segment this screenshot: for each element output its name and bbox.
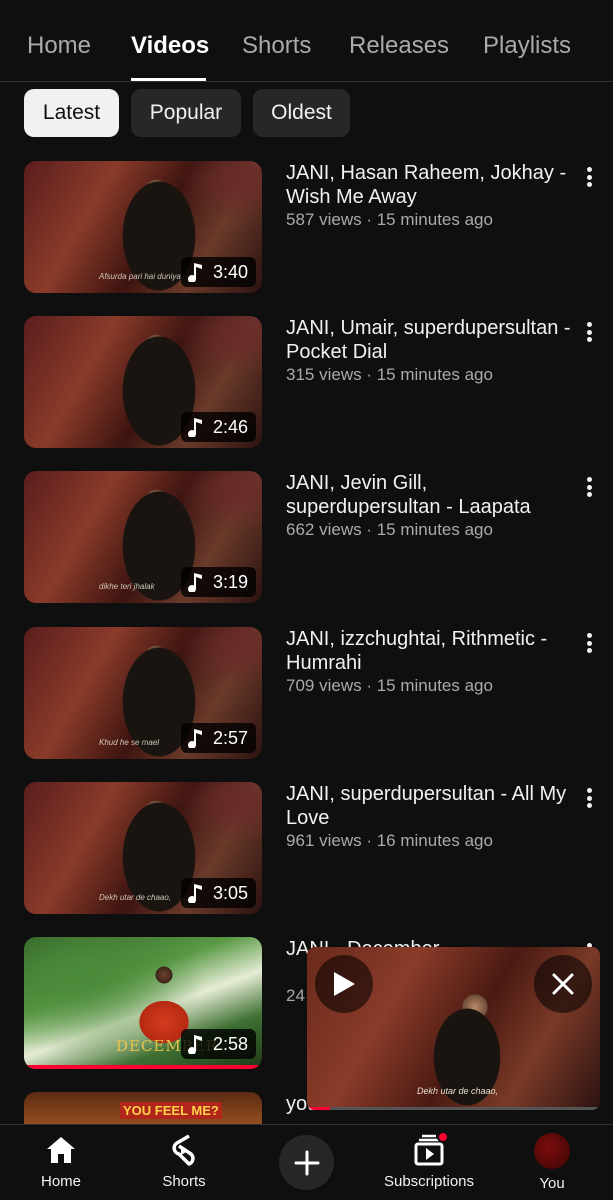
plus-icon [294, 1150, 319, 1175]
thumbnail-caption: Dekh utar de chaao, [99, 893, 172, 902]
nav-label: Subscriptions [383, 1173, 475, 1190]
miniplayer[interactable]: Dekh utar de chaao, [307, 947, 600, 1110]
chip-popular[interactable]: Popular [131, 89, 241, 137]
duration-badge: 2:57 [180, 723, 256, 753]
play-icon [334, 972, 355, 996]
duration-text: 3:05 [212, 882, 248, 903]
chip-latest[interactable]: Latest [24, 89, 119, 137]
video-thumbnail[interactable]: Khud he se mael 2:57 [24, 627, 262, 759]
duration-text: 3:40 [212, 261, 248, 282]
shorts-icon [167, 1133, 201, 1167]
home-icon [44, 1133, 78, 1167]
upload-age: 15 minutes ago [376, 210, 493, 229]
tab-playlists[interactable]: Playlists [483, 32, 571, 60]
upload-age: 15 minutes ago [376, 365, 493, 384]
video-row[interactable]: Afsurda pari hai duniya 3:40 JANI, Hasan… [0, 161, 613, 293]
video-row[interactable]: Dekh utar de chaao, 3:05 JANI, superdupe… [0, 782, 613, 914]
close-icon [552, 973, 574, 995]
music-note-icon [187, 1035, 202, 1054]
thumbnail-caption: Khud he se mael [99, 738, 160, 747]
upload-age: 15 minutes ago [376, 676, 493, 695]
video-row[interactable]: 2:46 JANI, Umair, superdupersultan - Poc… [0, 316, 613, 448]
miniplayer-progress [307, 1107, 600, 1110]
subscriptions-icon [412, 1131, 449, 1167]
watch-progress-bar [24, 1065, 262, 1069]
more-options-icon[interactable] [578, 629, 600, 657]
video-meta: 961 views · 16 minutes ago [286, 831, 493, 850]
duration-badge: 2:46 [180, 412, 256, 442]
nav-you[interactable]: You [492, 1133, 612, 1192]
more-options-icon[interactable] [578, 318, 600, 346]
close-button[interactable] [534, 955, 592, 1013]
video-meta: 662 views · 15 minutes ago [286, 520, 493, 539]
active-tab-indicator [131, 78, 206, 81]
music-note-icon [187, 729, 202, 748]
video-thumbnail[interactable]: Afsurda pari hai duniya 3:40 [24, 161, 262, 293]
video-title[interactable]: JANI, Umair, superdupersultan - Pocket D… [286, 316, 576, 364]
nav-home[interactable]: Home [1, 1133, 121, 1190]
play-button[interactable] [315, 955, 373, 1013]
music-note-icon [187, 573, 202, 592]
thumbnail-caption: YOU FEEL ME? [120, 1102, 222, 1119]
miniplayer-caption: Dekh utar de chaao, [417, 1086, 499, 1096]
tab-videos[interactable]: Videos [131, 32, 209, 60]
bottom-navigation: Home Shorts Subscriptions You [0, 1124, 613, 1200]
view-count: 587 views [286, 210, 362, 229]
view-count: 709 views [286, 676, 362, 695]
video-title[interactable]: JANI, Jevin Gill, superdupersultan - Laa… [286, 471, 576, 519]
duration-text: 2:46 [212, 416, 248, 437]
tab-releases[interactable]: Releases [349, 32, 449, 60]
tab-home[interactable]: Home [27, 32, 91, 60]
view-count: 662 views [286, 520, 362, 539]
upload-age: 16 minutes ago [376, 831, 493, 850]
video-thumbnail[interactable]: DECEMBER 2:58 [24, 937, 262, 1069]
video-title[interactable]: JANI, izzchughtai, Rithmetic - Humrahi [286, 627, 576, 675]
music-note-icon [187, 884, 202, 903]
video-title[interactable]: JANI, Hasan Raheem, Jokhay - Wish Me Awa… [286, 161, 576, 209]
video-meta: 315 views · 15 minutes ago [286, 365, 493, 384]
duration-badge: 3:40 [180, 257, 256, 287]
video-meta: 587 views · 15 minutes ago [286, 210, 493, 229]
tab-shorts[interactable]: Shorts [242, 32, 311, 60]
view-count: 315 views [286, 365, 362, 384]
video-thumbnail[interactable]: dikhe teri jhalak 3:19 [24, 471, 262, 603]
notification-dot [437, 1131, 449, 1143]
duration-badge: 2:58 [180, 1029, 256, 1059]
music-note-icon [187, 263, 202, 282]
thumbnail-caption: Afsurda pari hai duniya [99, 272, 181, 281]
more-options-icon[interactable] [578, 784, 600, 812]
music-note-icon [187, 418, 202, 437]
avatar [534, 1133, 570, 1169]
duration-badge: 3:19 [180, 567, 256, 597]
more-options-icon[interactable] [578, 473, 600, 501]
duration-text: 3:19 [212, 571, 248, 592]
duration-text: 2:58 [212, 1033, 248, 1054]
video-thumbnail[interactable]: 2:46 [24, 316, 262, 448]
duration-text: 2:57 [212, 727, 248, 748]
create-button[interactable] [279, 1135, 334, 1190]
chip-oldest[interactable]: Oldest [253, 89, 350, 137]
nav-label: Home [40, 1173, 81, 1190]
thumbnail-caption: dikhe teri jhalak [99, 582, 155, 591]
video-row[interactable]: dikhe teri jhalak 3:19 JANI, Jevin Gill,… [0, 471, 613, 603]
upload-age: 15 minutes ago [376, 520, 493, 539]
video-thumbnail[interactable]: Dekh utar de chaao, 3:05 [24, 782, 262, 914]
video-meta: 709 views · 15 minutes ago [286, 676, 493, 695]
channel-tabs: Home Videos Shorts Releases Playlists [0, 0, 613, 82]
duration-badge: 3:05 [180, 878, 256, 908]
nav-shorts[interactable]: Shorts [124, 1133, 244, 1190]
nav-label: Shorts [162, 1173, 206, 1190]
video-thumbnail[interactable]: YOU FEEL ME? [24, 1092, 262, 1124]
video-title[interactable]: JANI, superdupersultan - All My Love [286, 782, 576, 830]
nav-label: You [539, 1175, 565, 1192]
more-options-icon[interactable] [578, 163, 600, 191]
video-meta: 24 [286, 986, 305, 1006]
view-count: 961 views [286, 831, 362, 850]
nav-subscriptions[interactable]: Subscriptions [369, 1131, 489, 1190]
view-count: 24 [286, 986, 305, 1005]
video-row[interactable]: Khud he se mael 2:57 JANI, izzchughtai, … [0, 627, 613, 759]
